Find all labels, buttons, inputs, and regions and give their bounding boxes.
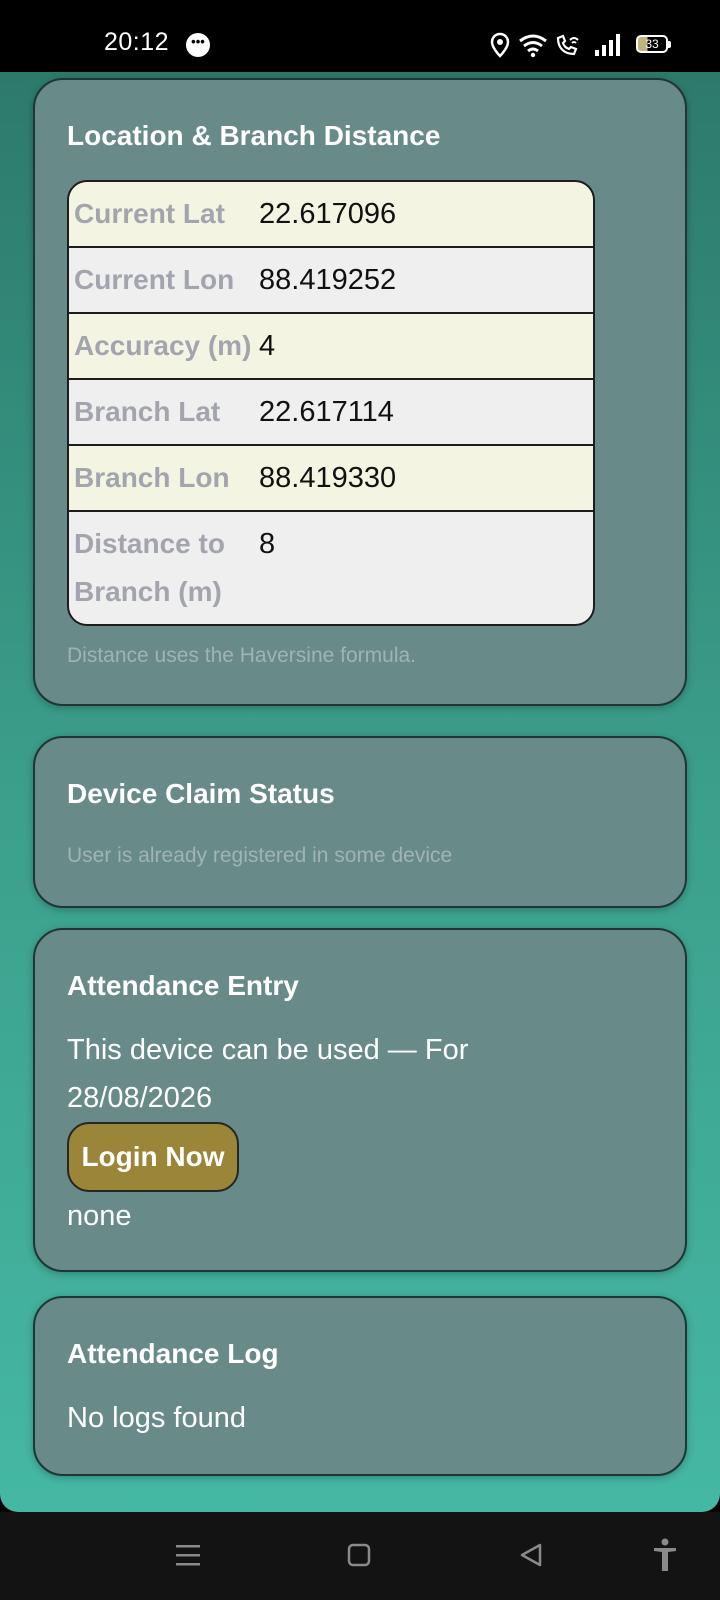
attendance-result: none <box>67 1200 132 1232</box>
signal-icon <box>595 34 620 56</box>
distance-note: Distance uses the Haversine formula. <box>67 644 416 667</box>
row-label: Current Lon <box>74 264 235 295</box>
attendance-log-empty: No logs found <box>67 1402 246 1434</box>
row-label: Current Lat <box>74 198 225 229</box>
table-row: Accuracy (m) 4 <box>69 312 593 378</box>
attendance-entry-card: Attendance Entry This device can be used… <box>33 928 687 1272</box>
attendance-log-card: Attendance Log No logs found <box>33 1296 687 1476</box>
app-screen[interactable]: Location & Branch Distance Current Lat 2… <box>0 72 720 1512</box>
row-value: 4 <box>259 330 276 362</box>
attendance-entry-title: Attendance Entry <box>67 970 299 1001</box>
back-icon[interactable] <box>518 1542 544 1568</box>
location-card-title: Location & Branch Distance <box>67 120 441 151</box>
device-claim-card: Device Claim Status User is already regi… <box>33 736 687 908</box>
location-table: Current Lat 22.617096 Current Lon 88.419… <box>67 180 595 626</box>
status-time: 20:12 <box>104 28 170 56</box>
device-claim-status: User is already registered in some devic… <box>67 844 453 867</box>
attendance-log-title: Attendance Log <box>67 1338 279 1369</box>
battery-level: 33 <box>645 37 659 51</box>
menu-icon[interactable] <box>174 1542 202 1568</box>
device-claim-title: Device Claim Status <box>67 778 335 809</box>
row-value: 22.617114 <box>259 396 394 428</box>
row-value: 88.419252 <box>259 264 397 296</box>
table-row: Distance to Branch (m) 8 <box>69 510 593 624</box>
status-bar: 20:12 ••• 33 <box>0 0 720 72</box>
wifi-call-icon <box>556 34 579 56</box>
row-value: 88.419330 <box>259 462 397 494</box>
wifi-icon <box>519 34 547 58</box>
row-label: Branch Lon <box>74 462 230 493</box>
row-value: 8 <box>259 528 276 560</box>
table-row: Branch Lat 22.617114 <box>69 378 593 444</box>
accessibility-icon[interactable] <box>652 1538 678 1572</box>
message-icon: ••• <box>186 33 210 57</box>
location-icon <box>490 32 510 58</box>
battery-icon: 33 <box>636 35 671 53</box>
navigation-bar <box>0 1512 720 1600</box>
row-label: Distance to Branch (m) <box>74 528 225 607</box>
attendance-message: This device can be used — For 28/08/2026 <box>67 1034 469 1114</box>
row-value: 22.617096 <box>259 198 397 230</box>
login-now-button[interactable]: Login Now <box>67 1122 239 1192</box>
home-icon[interactable] <box>346 1542 372 1568</box>
table-row: Current Lat 22.617096 <box>69 182 593 246</box>
table-row: Current Lon 88.419252 <box>69 246 593 312</box>
location-card: Location & Branch Distance Current Lat 2… <box>33 78 687 706</box>
row-label: Accuracy (m) <box>74 330 252 361</box>
table-row: Branch Lon 88.419330 <box>69 444 593 510</box>
row-label: Branch Lat <box>74 396 221 427</box>
